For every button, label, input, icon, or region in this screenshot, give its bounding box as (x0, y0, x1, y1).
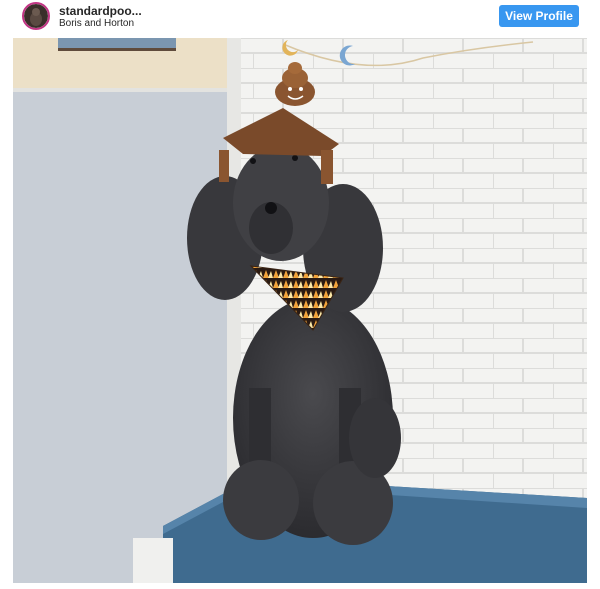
username[interactable]: standardpoo... (59, 4, 142, 18)
post-subtitle: Boris and Horton (59, 18, 135, 29)
post-photo[interactable] (13, 38, 587, 583)
avatar[interactable] (22, 2, 50, 30)
post-header: standardpoo... Boris and Horton View Pro… (0, 0, 600, 34)
view-profile-button[interactable]: View Profile (499, 5, 579, 27)
